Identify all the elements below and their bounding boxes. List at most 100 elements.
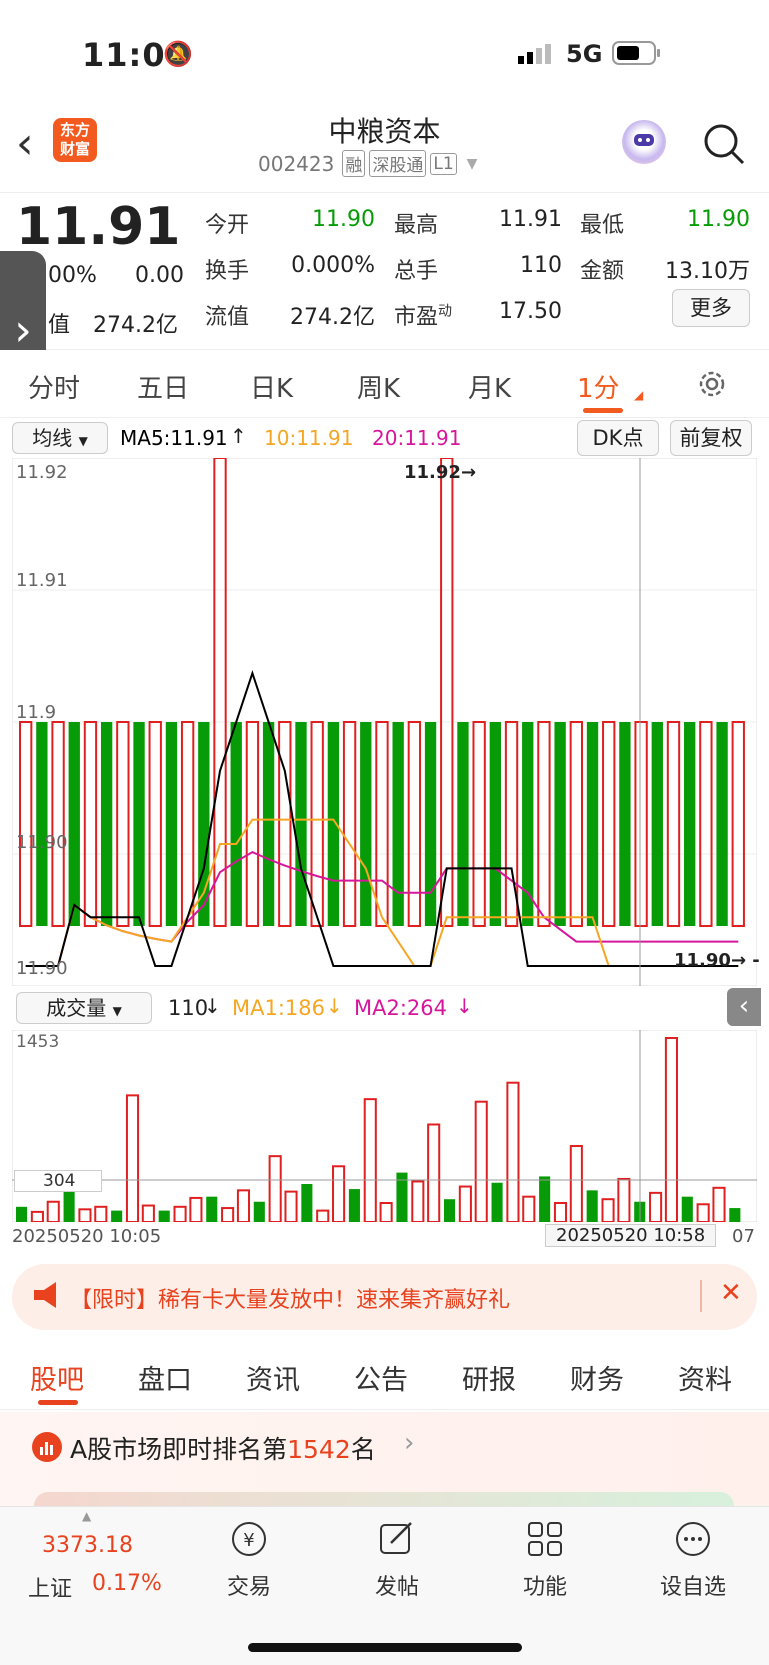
volume-bar-36 <box>586 1190 598 1222</box>
pe-label: 市盈动 <box>394 299 452 331</box>
nav-functions[interactable]: 功能 <box>490 1519 600 1601</box>
y-label-top: 11.92 <box>16 462 68 483</box>
candle-21 <box>360 722 372 926</box>
nav-post-label: 发帖 <box>374 1575 419 1600</box>
index-change: 0.17% <box>92 1571 162 1596</box>
nav-trade-label: 交易 <box>226 1575 271 1600</box>
ma20-legend: 20:11.91 <box>372 426 462 450</box>
candle-13 <box>230 722 242 926</box>
tab-caret-icon: ◢ <box>634 388 644 402</box>
tab-announcements[interactable]: 公告 <box>354 1358 408 1397</box>
max-price-label: 11.92→ <box>404 462 477 483</box>
stock-code-line: 002423 融 深股通 L1 ▼ <box>258 150 477 177</box>
robot-avatar-icon[interactable] <box>622 120 666 164</box>
volume-select[interactable]: 成交量 ▼ <box>16 992 152 1024</box>
volume-bar-30 <box>491 1182 503 1222</box>
trade-yen-icon: ¥ <box>232 1522 266 1556</box>
tab-daily-k[interactable]: 日K <box>250 368 293 405</box>
tab-five-day[interactable]: 五日 <box>137 368 189 405</box>
signal-icon <box>518 44 554 70</box>
volume-down-icon: ↓ <box>204 994 221 1018</box>
tab-weekly-k[interactable]: 周K <box>357 368 400 405</box>
functions-grid-icon <box>528 1522 562 1556</box>
price-chart[interactable] <box>12 458 757 986</box>
candle-37 <box>619 722 631 926</box>
kline-chart-area[interactable]: 均线 ▼ MA5:11.91 ↑ 10:11.91 20:11.91 DK点 前… <box>0 418 769 1250</box>
tab-1min[interactable]: 1分 <box>577 368 620 405</box>
candle-1 <box>36 722 48 926</box>
index-value[interactable]: 3373.18 <box>42 1533 133 1558</box>
badge-level: L1 <box>430 152 457 175</box>
candle-33 <box>554 722 566 926</box>
candle-23 <box>392 722 404 926</box>
date-start: 20250520 10:05 <box>12 1226 162 1247</box>
ma-select[interactable]: 均线 ▼ <box>12 422 108 454</box>
volume-chart[interactable] <box>12 1030 757 1222</box>
nav-watchlist-label: 设自选 <box>659 1575 726 1600</box>
volume-ref-label: 304 <box>14 1170 103 1192</box>
volume-bar-45 <box>729 1208 741 1222</box>
change-pct: 00% <box>48 263 97 288</box>
volume-current: 110 <box>168 996 209 1020</box>
promo-banner[interactable]: 【限时】稀有卡大量发放中！速来集齐赢好礼 ✕ <box>12 1264 757 1330</box>
volume-bar-9 <box>158 1210 170 1222</box>
rank-suffix: 名 <box>350 1435 376 1464</box>
close-icon[interactable]: ✕ <box>720 1278 742 1308</box>
tab-monthly-k[interactable]: 月K <box>468 368 511 405</box>
nav-watchlist[interactable]: 设自选 <box>638 1519 748 1601</box>
adjust-button[interactable]: 前复权 <box>670 420 752 456</box>
index-name: 上证 <box>28 1577 73 1602</box>
ma5-arrow-icon: ↑ <box>230 424 247 448</box>
candle-25 <box>424 722 437 926</box>
more-button[interactable]: 更多 <box>672 289 750 327</box>
dk-point-button[interactable]: DK点 <box>577 420 659 456</box>
volume-bar-6 <box>111 1210 123 1222</box>
open-label: 今开 <box>205 213 250 238</box>
date-cursor: 20250520 10:58 <box>545 1224 717 1247</box>
rank-bar[interactable]: A股市场即时排名第1542名 › <box>0 1412 769 1512</box>
nav-post[interactable]: 发帖 <box>342 1519 452 1601</box>
volume-bar-42 <box>681 1196 693 1222</box>
network-type: 5G <box>566 40 603 68</box>
amount-label: 金额 <box>580 259 625 284</box>
stock-code: 002423 <box>258 151 335 176</box>
ma-select-label: 均线 <box>32 426 73 450</box>
turnover-value: 0.000% <box>291 253 375 278</box>
tab-research[interactable]: 研报 <box>462 1358 516 1397</box>
collapse-arrow-button[interactable]: ‹ <box>727 988 761 1026</box>
rank-number: 1542 <box>287 1435 351 1464</box>
pe-sup: 动 <box>438 303 453 320</box>
max-price-text: 11.92 <box>404 462 461 483</box>
candle-5 <box>100 722 113 926</box>
mute-bell-icon: 🔕 <box>163 40 193 68</box>
candle-7 <box>133 722 145 926</box>
low-label: 最低 <box>580 213 625 238</box>
tab-profile[interactable]: 资料 <box>678 1358 732 1397</box>
candle-9 <box>165 722 178 926</box>
battery-icon <box>612 40 662 70</box>
candle-43 <box>716 722 728 926</box>
tab-forum[interactable]: 股吧 <box>30 1358 84 1397</box>
period-tabs: 分时 五日 日K 周K 月K 1分 ◢ <box>0 350 769 418</box>
tab-financials[interactable]: 财务 <box>570 1358 624 1397</box>
tab-news[interactable]: 资讯 <box>246 1358 300 1397</box>
nav-trade[interactable]: ¥ 交易 <box>194 1519 304 1601</box>
ma2-down-icon: ↓ <box>456 994 473 1018</box>
high-value: 11.91 <box>499 207 562 232</box>
dropdown-caret-icon[interactable]: ▼ <box>467 156 478 172</box>
settings-gear-icon[interactable] <box>696 368 728 404</box>
volume-bar-27 <box>443 1199 456 1222</box>
change-value: 0.00 <box>135 263 184 288</box>
ma1-legend: MA1:186 <box>232 996 326 1020</box>
mcap-label: 值 <box>48 313 71 338</box>
search-icon[interactable] <box>702 122 746 170</box>
badge-connect: 深股通 <box>369 150 427 177</box>
y-label-2: 11.91 <box>16 570 68 591</box>
volume-bar-18 <box>301 1184 313 1222</box>
badge-margin: 融 <box>342 150 366 177</box>
rank-text: A股市场即时排名第1542名 <box>70 1430 376 1466</box>
candle-31 <box>522 722 534 926</box>
tab-intraday[interactable]: 分时 <box>28 368 80 405</box>
tab-orderbook[interactable]: 盘口 <box>138 1358 192 1397</box>
ma2-legend: MA2:264 <box>354 996 448 1020</box>
